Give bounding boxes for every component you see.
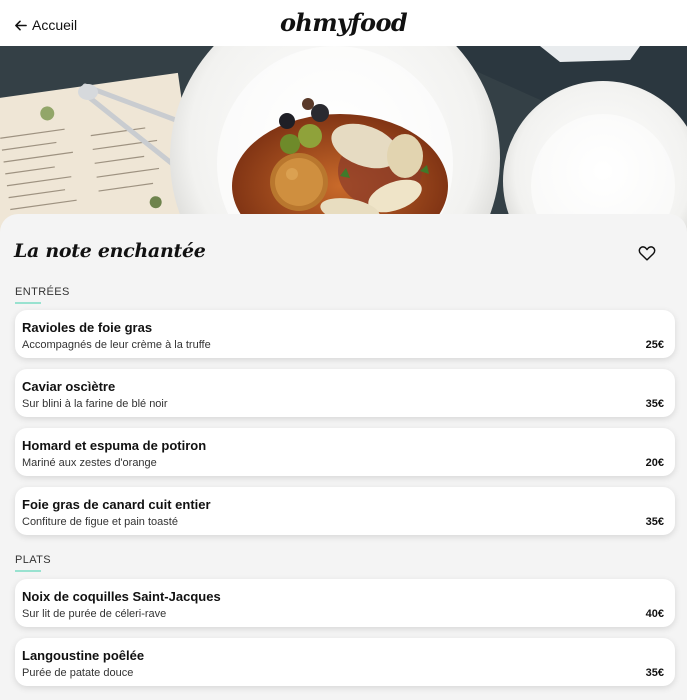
dish-name: Ravioles de foie gras xyxy=(22,320,153,335)
dish-description: Sur lit de purée de céleri-rave xyxy=(22,608,167,620)
section-underline xyxy=(15,302,41,304)
menu-item-card[interactable]: Homard et espuma de potiron Mariné aux z… xyxy=(15,428,675,476)
restaurant-title: La note enchantée xyxy=(14,240,206,262)
dish-price: 35€ xyxy=(645,516,664,528)
dish-name: Noix de coquilles Saint-Jacques xyxy=(22,589,221,604)
menu-item-card[interactable]: Foie gras de canard cuit entier Confitur… xyxy=(15,487,675,535)
menu-item-card[interactable]: Langoustine poêlée Purée de patate douce… xyxy=(15,638,675,686)
section-title: PLATS xyxy=(15,554,52,566)
dish-price: 20€ xyxy=(645,457,664,469)
menu-item-card[interactable]: Noix de coquilles Saint-Jacques Sur lit … xyxy=(15,579,675,627)
dish-price: 25€ xyxy=(645,339,664,351)
section-heading-entrees: ENTRÉES xyxy=(15,286,70,304)
dish-description: Purée de patate douce xyxy=(22,667,134,679)
dish-description: Sur blini à la farine de blé noir xyxy=(22,398,168,410)
menu-sheet: La note enchantée ENTRÉES Ravioles de fo… xyxy=(0,214,687,700)
section-heading-plats: PLATS xyxy=(15,554,51,572)
dish-price: 35€ xyxy=(645,667,664,679)
heart-outline-icon[interactable] xyxy=(638,245,656,261)
dish-price: 40€ xyxy=(645,608,664,620)
menu-item-card[interactable]: Ravioles de foie gras Accompagnés de leu… xyxy=(15,310,675,358)
section-underline xyxy=(15,570,41,572)
dish-description: Mariné aux zestes d'orange xyxy=(22,457,157,469)
dish-description: Accompagnés de leur crème à la truffe xyxy=(22,339,211,351)
top-header: Accueil ohmyfood xyxy=(0,0,687,46)
dish-name: Langoustine poêlée xyxy=(22,648,145,663)
section-title: ENTRÉES xyxy=(15,286,70,298)
dish-price: 35€ xyxy=(645,398,664,410)
dish-description: Confiture de figue et pain toasté xyxy=(22,516,178,528)
dish-name: Homard et espuma de potiron xyxy=(22,438,207,453)
brand-logo[interactable]: ohmyfood xyxy=(0,8,687,37)
menu-item-card[interactable]: Caviar oscìètre Sur blini à la farine de… xyxy=(15,369,675,417)
dish-name: Caviar oscìètre xyxy=(22,379,116,394)
dish-name: Foie gras de canard cuit entier xyxy=(22,497,211,512)
restaurant-page: Accueil ohmyfood La note enchantée ENTRÉ… xyxy=(0,0,687,700)
